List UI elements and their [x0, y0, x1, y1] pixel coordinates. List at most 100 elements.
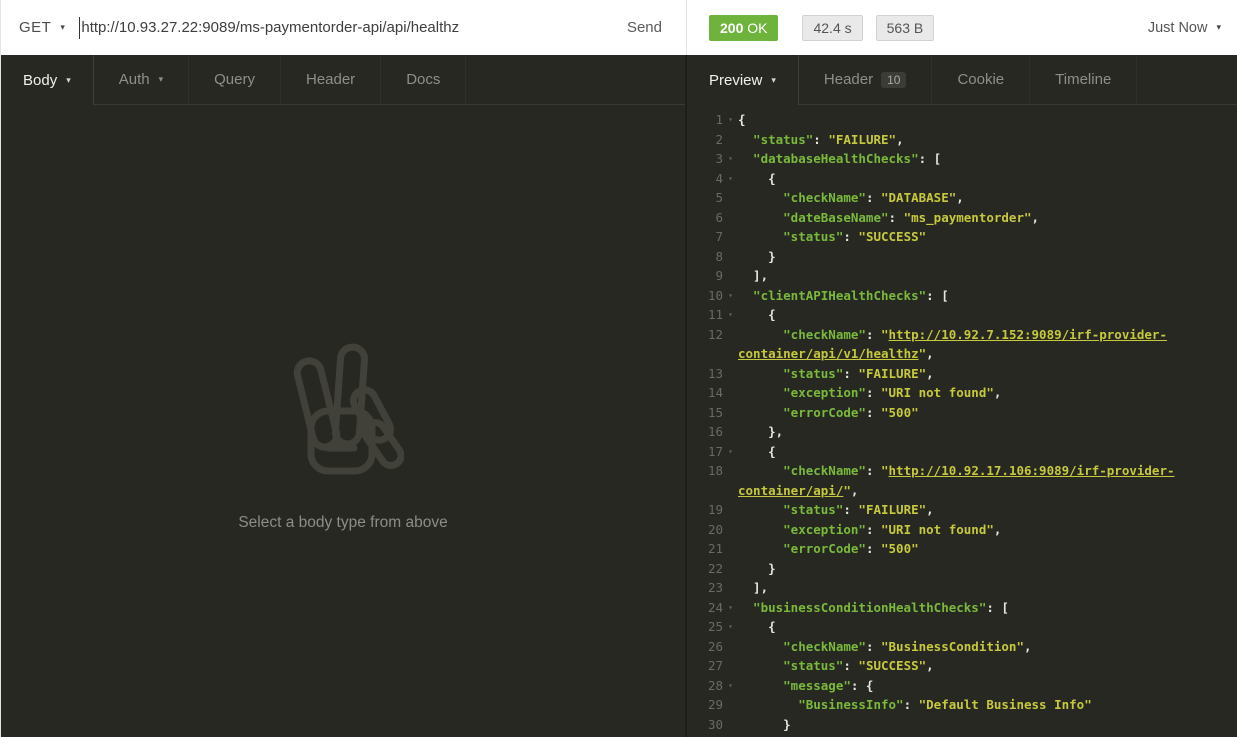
json-string: "FAILURE": [858, 502, 926, 517]
fold-arrow-icon[interactable]: ▾: [723, 442, 738, 462]
tab-body[interactable]: Body ▾: [1, 55, 94, 105]
json-string: "FAILURE": [858, 366, 926, 381]
json-punctuation: :: [904, 697, 919, 712]
tab-label: Cookie: [957, 71, 1004, 88]
fold-gutter: [723, 208, 738, 228]
json-link[interactable]: http://10.92.7.152:9089/irf-provider-: [889, 327, 1167, 342]
code-line-text: "checkName": "DATABASE",: [738, 188, 964, 208]
tab-docs[interactable]: Docs: [381, 55, 466, 104]
json-punctuation: {: [768, 171, 776, 186]
json-string: "SUCCESS": [858, 229, 926, 244]
fold-arrow-icon[interactable]: ▾: [723, 149, 738, 169]
tab-label: Timeline: [1055, 71, 1111, 88]
fold-gutter: [723, 325, 738, 345]
code-row: 20"exception": "URI not found",: [687, 520, 1237, 540]
request-pane: Body ▾ Auth ▾ Query Header Docs: [1, 55, 687, 737]
code-row: 26 "checkName": "BusinessCondition",: [687, 637, 1237, 657]
method-dropdown[interactable]: GET ▾: [1, 19, 79, 36]
code-row: 9],: [687, 266, 1237, 286]
code-row: 5 "checkName": "DATABASE",: [687, 188, 1237, 208]
fold-arrow-icon[interactable]: ▾: [723, 286, 738, 306]
json-punctuation: :: [866, 327, 881, 342]
tab-label: Docs: [406, 71, 440, 88]
fold-arrow-icon[interactable]: ▾: [723, 169, 738, 189]
response-code-viewer[interactable]: 1▾{2"status": "FAILURE",3▾"databaseHealt…: [687, 105, 1237, 737]
json-punctuation: }: [768, 249, 776, 264]
json-punctuation: :: [843, 502, 858, 517]
fold-gutter: [723, 578, 738, 598]
json-punctuation: ,: [851, 483, 859, 498]
json-punctuation: :: [866, 522, 881, 537]
json-string: "URI not found": [881, 385, 994, 400]
chevron-down-icon: ▾: [159, 74, 164, 85]
json-punctuation: }: [768, 561, 776, 576]
response-history-dropdown[interactable]: Just Now ▾: [1148, 20, 1221, 36]
line-number: 4: [687, 169, 723, 189]
status-badge: 200 OK: [709, 15, 778, 41]
code-line-text: "checkName": "http://10.92.17.106:9089/i…: [738, 461, 1175, 481]
line-number: 8: [687, 247, 723, 267]
line-number: 19: [687, 500, 723, 520]
tab-header[interactable]: Header: [281, 55, 381, 104]
json-punctuation: : [: [986, 600, 1009, 615]
fold-arrow-icon[interactable]: ▾: [723, 110, 738, 130]
line-number: 25: [687, 617, 723, 637]
method-label: GET: [19, 19, 51, 36]
json-punctuation: :: [843, 658, 858, 673]
fold-gutter: [723, 715, 738, 735]
code-line-text: container/api/",: [738, 481, 858, 501]
fold-arrow-icon[interactable]: ▾: [723, 305, 738, 325]
url-input[interactable]: http://10.93.27.22:9089/ms-paymentorder-…: [79, 0, 609, 55]
line-number: 26: [687, 637, 723, 657]
code-line-text: }: [738, 715, 791, 735]
line-number: 1: [687, 110, 723, 130]
json-string: ": [881, 327, 889, 342]
code-row: 30}: [687, 715, 1237, 735]
body-placeholder: Select a body type from above: [1, 105, 685, 737]
fold-gutter: [723, 422, 738, 442]
tab-preview[interactable]: Preview ▾: [687, 55, 799, 105]
tab-auth[interactable]: Auth ▾: [94, 55, 189, 104]
peace-hand-icon: [282, 340, 404, 480]
json-link[interactable]: http://10.92.17.106:9089/irf-provider-: [889, 463, 1175, 478]
json-punctuation: ],: [753, 580, 768, 595]
json-string: "500": [881, 405, 919, 420]
line-number: 7: [687, 227, 723, 247]
request-bar: GET ▾ http://10.93.27.22:9089/ms-payment…: [1, 0, 1237, 55]
json-string: "BusinessCondition": [881, 639, 1024, 654]
json-punctuation: {: [738, 112, 746, 127]
json-punctuation: :: [866, 463, 881, 478]
fold-arrow-icon[interactable]: ▾: [723, 598, 738, 618]
fold-gutter: [723, 656, 738, 676]
code-line-text: ],: [738, 578, 768, 598]
json-link[interactable]: container/api/: [738, 483, 843, 498]
json-punctuation: ,: [994, 385, 1002, 400]
line-number: 15: [687, 403, 723, 423]
send-button[interactable]: Send: [609, 19, 686, 36]
tab-query[interactable]: Query: [189, 55, 281, 104]
code-row: 1▾{: [687, 110, 1237, 130]
code-row: 6"dateBaseName": "ms_paymentorder",: [687, 208, 1237, 228]
json-link[interactable]: container/api/v1/healthz: [738, 346, 919, 361]
code-line-text: "status": "FAILURE",: [738, 364, 934, 384]
code-row: 11▾{: [687, 305, 1237, 325]
code-line-text: "checkName": "BusinessCondition",: [738, 637, 1032, 657]
code-row: 17▾{: [687, 442, 1237, 462]
code-line-text: "errorCode": "500": [738, 539, 919, 559]
json-key: "status": [783, 658, 843, 673]
line-number: 5: [687, 188, 723, 208]
code-row: container/api/v1/healthz",: [687, 344, 1237, 364]
code-line-text: {: [738, 110, 746, 130]
json-key: "status": [783, 502, 843, 517]
fold-arrow-icon[interactable]: ▾: [723, 676, 738, 696]
tab-response-header[interactable]: Header 10: [799, 55, 933, 104]
code-line-text: {: [738, 617, 776, 637]
json-key: "exception": [783, 522, 866, 537]
tab-timeline[interactable]: Timeline: [1030, 55, 1137, 104]
fold-arrow-icon[interactable]: ▾: [723, 617, 738, 637]
rest-client-window: GET ▾ http://10.93.27.22:9089/ms-payment…: [0, 0, 1237, 737]
json-punctuation: }: [783, 717, 791, 732]
json-punctuation: :: [843, 229, 858, 244]
tab-cookie[interactable]: Cookie: [932, 55, 1030, 104]
fold-gutter: [723, 539, 738, 559]
